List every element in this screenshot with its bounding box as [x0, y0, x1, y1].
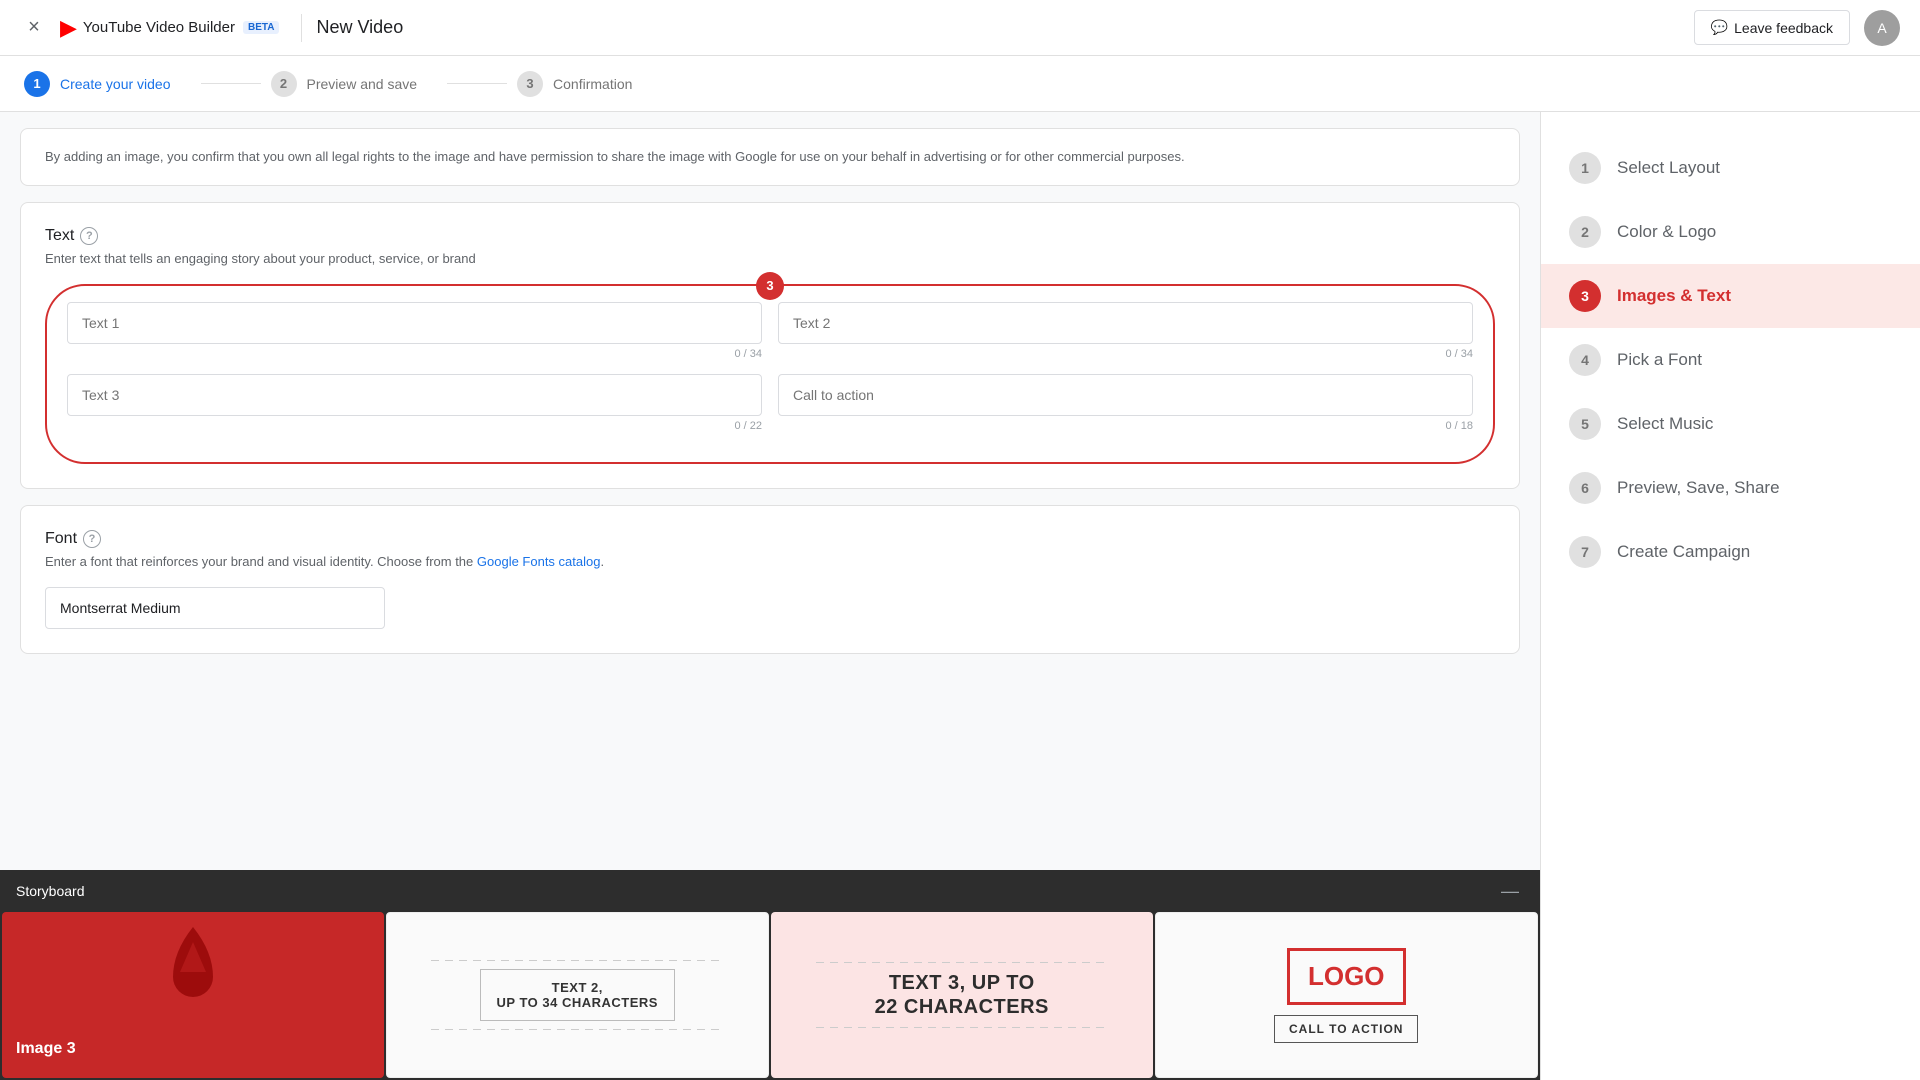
cta-box: CALL TO ACTION	[1274, 1015, 1418, 1043]
sidebar-label-4: Pick a Font	[1617, 350, 1702, 370]
frame-2-dash-bottom	[431, 1029, 723, 1030]
frame-2-text: TEXT 2, UP TO 34 CHARACTERS	[480, 969, 675, 1021]
beta-badge: BETA	[243, 21, 279, 34]
text-field-1[interactable]	[67, 302, 762, 344]
storyboard-title: Storyboard	[16, 883, 84, 899]
step-3-label: Confirmation	[553, 76, 632, 92]
storyboard-frames: Image 3 TEXT 2, UP TO 34 CHARACTERS	[0, 912, 1540, 1080]
divider	[301, 14, 302, 42]
sidebar: 1 Select Layout 2 Color & Logo 3 Images …	[1540, 112, 1920, 1080]
sidebar-num-6: 6	[1569, 472, 1601, 504]
sidebar-item-images-text[interactable]: 3 Images & Text	[1541, 264, 1920, 328]
font-help-icon[interactable]: ?	[83, 530, 101, 548]
sidebar-item-select-layout[interactable]: 1 Select Layout	[1541, 136, 1920, 200]
text-field-cta[interactable]	[778, 374, 1473, 416]
youtube-icon: ▶	[60, 15, 77, 41]
text-section: Text ? Enter text that tells an engaging…	[20, 202, 1520, 489]
char-count-cta: 0 / 18	[778, 420, 1473, 432]
logo-text: YouTube Video Builder	[83, 19, 235, 36]
step-2[interactable]: 2 Preview and save	[271, 71, 438, 97]
feedback-label: Leave feedback	[1734, 20, 1833, 36]
text-step-badge: 3	[756, 272, 784, 300]
char-count-1: 0 / 34	[67, 348, 762, 360]
frame-1-label: Image 3	[16, 1040, 76, 1058]
text-field-3[interactable]	[67, 374, 762, 416]
text-row-2: 0 / 22 0 / 18	[67, 374, 1473, 442]
sidebar-label-5: Select Music	[1617, 414, 1713, 434]
sidebar-num-3: 3	[1569, 280, 1601, 312]
sidebar-num-2: 2	[1569, 216, 1601, 248]
sidebar-item-color-logo[interactable]: 2 Color & Logo	[1541, 200, 1920, 264]
font-section: Font ? Enter a font that reinforces your…	[20, 505, 1520, 654]
sidebar-num-1: 1	[1569, 152, 1601, 184]
logo-box: LOGO	[1287, 948, 1406, 1005]
char-count-2: 0 / 34	[778, 348, 1473, 360]
text-field-2[interactable]	[778, 302, 1473, 344]
text-section-subtitle: Enter text that tells an engaging story …	[45, 251, 1495, 266]
step-2-label: Preview and save	[307, 76, 418, 92]
google-fonts-link[interactable]: Google Fonts catalog	[477, 554, 601, 569]
text-row-1: 0 / 34 0 / 34	[67, 302, 1473, 370]
sidebar-num-7: 7	[1569, 536, 1601, 568]
sidebar-item-select-music[interactable]: 5 Select Music	[1541, 392, 1920, 456]
text-field-1-wrap: 0 / 34	[67, 302, 762, 370]
sidebar-item-preview-save[interactable]: 6 Preview, Save, Share	[1541, 456, 1920, 520]
storyboard-minimize-button[interactable]: —	[1496, 877, 1524, 905]
text-field-3-wrap: 0 / 22	[67, 374, 762, 442]
frame-3-inner: TEXT 3, UP TO 22 CHARACTERS	[771, 912, 1153, 1078]
avatar[interactable]: A	[1864, 10, 1900, 46]
sidebar-num-5: 5	[1569, 408, 1601, 440]
frame-4-inner: LOGO CALL TO ACTION	[1156, 913, 1538, 1077]
frame-1-inner: Image 3	[2, 912, 384, 1078]
sidebar-label-6: Preview, Save, Share	[1617, 478, 1780, 498]
sidebar-item-create-campaign[interactable]: 7 Create Campaign	[1541, 520, 1920, 584]
text-field-2-wrap: 0 / 34	[778, 302, 1473, 370]
sidebar-label-3: Images & Text	[1617, 286, 1731, 306]
frame-3-dash-top	[816, 962, 1108, 963]
sidebar-label-1: Select Layout	[1617, 158, 1720, 178]
step-2-num: 2	[271, 71, 297, 97]
storyboard-frame-2: TEXT 2, UP TO 34 CHARACTERS	[386, 912, 770, 1078]
feedback-button[interactable]: 💬 Leave feedback	[1694, 10, 1850, 45]
info-text: By adding an image, you confirm that you…	[45, 149, 1185, 164]
storyboard-frame-1: Image 3	[2, 912, 384, 1078]
frame-3-dash-bottom	[816, 1027, 1108, 1028]
sidebar-item-pick-font[interactable]: 4 Pick a Font	[1541, 328, 1920, 392]
step-connector-1	[201, 83, 261, 84]
sidebar-label-2: Color & Logo	[1617, 222, 1716, 242]
storyboard-frame-3: TEXT 3, UP TO 22 CHARACTERS	[771, 912, 1153, 1078]
font-input[interactable]	[45, 587, 385, 629]
droplet-icon	[158, 922, 228, 1012]
text-section-title: Text ?	[45, 227, 1495, 245]
step-1-label: Create your video	[60, 76, 171, 92]
topbar: × ▶ YouTube Video Builder BETA New Video…	[0, 0, 1920, 56]
frame-3-text: TEXT 3, UP TO 22 CHARACTERS	[875, 971, 1049, 1019]
steps-bar: 1 Create your video 2 Preview and save 3…	[0, 56, 1920, 112]
step-1-num: 1	[24, 71, 50, 97]
sidebar-label-7: Create Campaign	[1617, 542, 1750, 562]
step-3[interactable]: 3 Confirmation	[517, 71, 652, 97]
page-title: New Video	[316, 17, 1693, 38]
step-3-num: 3	[517, 71, 543, 97]
sidebar-num-4: 4	[1569, 344, 1601, 376]
char-count-3: 0 / 22	[67, 420, 762, 432]
font-section-subtitle: Enter a font that reinforces your brand …	[45, 554, 1495, 569]
step-connector-2	[447, 83, 507, 84]
text-field-cta-wrap: 0 / 18	[778, 374, 1473, 442]
text-fields-group: 3 0 / 34 0 / 34	[45, 284, 1495, 464]
frame-2-dash-top	[431, 960, 723, 961]
close-button[interactable]: ×	[20, 14, 48, 42]
font-section-title: Font ?	[45, 530, 1495, 548]
feedback-icon: 💬	[1711, 19, 1728, 36]
text-help-icon[interactable]: ?	[80, 227, 98, 245]
step-1[interactable]: 1 Create your video	[24, 71, 191, 97]
info-bar: By adding an image, you confirm that you…	[20, 128, 1520, 186]
storyboard-header: Storyboard —	[0, 870, 1540, 912]
frame-2-inner: TEXT 2, UP TO 34 CHARACTERS	[387, 913, 769, 1077]
youtube-logo: ▶ YouTube Video Builder BETA	[60, 15, 279, 41]
storyboard: Storyboard — Image 3 TEXT 2,	[0, 870, 1540, 1080]
storyboard-frame-4: LOGO CALL TO ACTION	[1155, 912, 1539, 1078]
